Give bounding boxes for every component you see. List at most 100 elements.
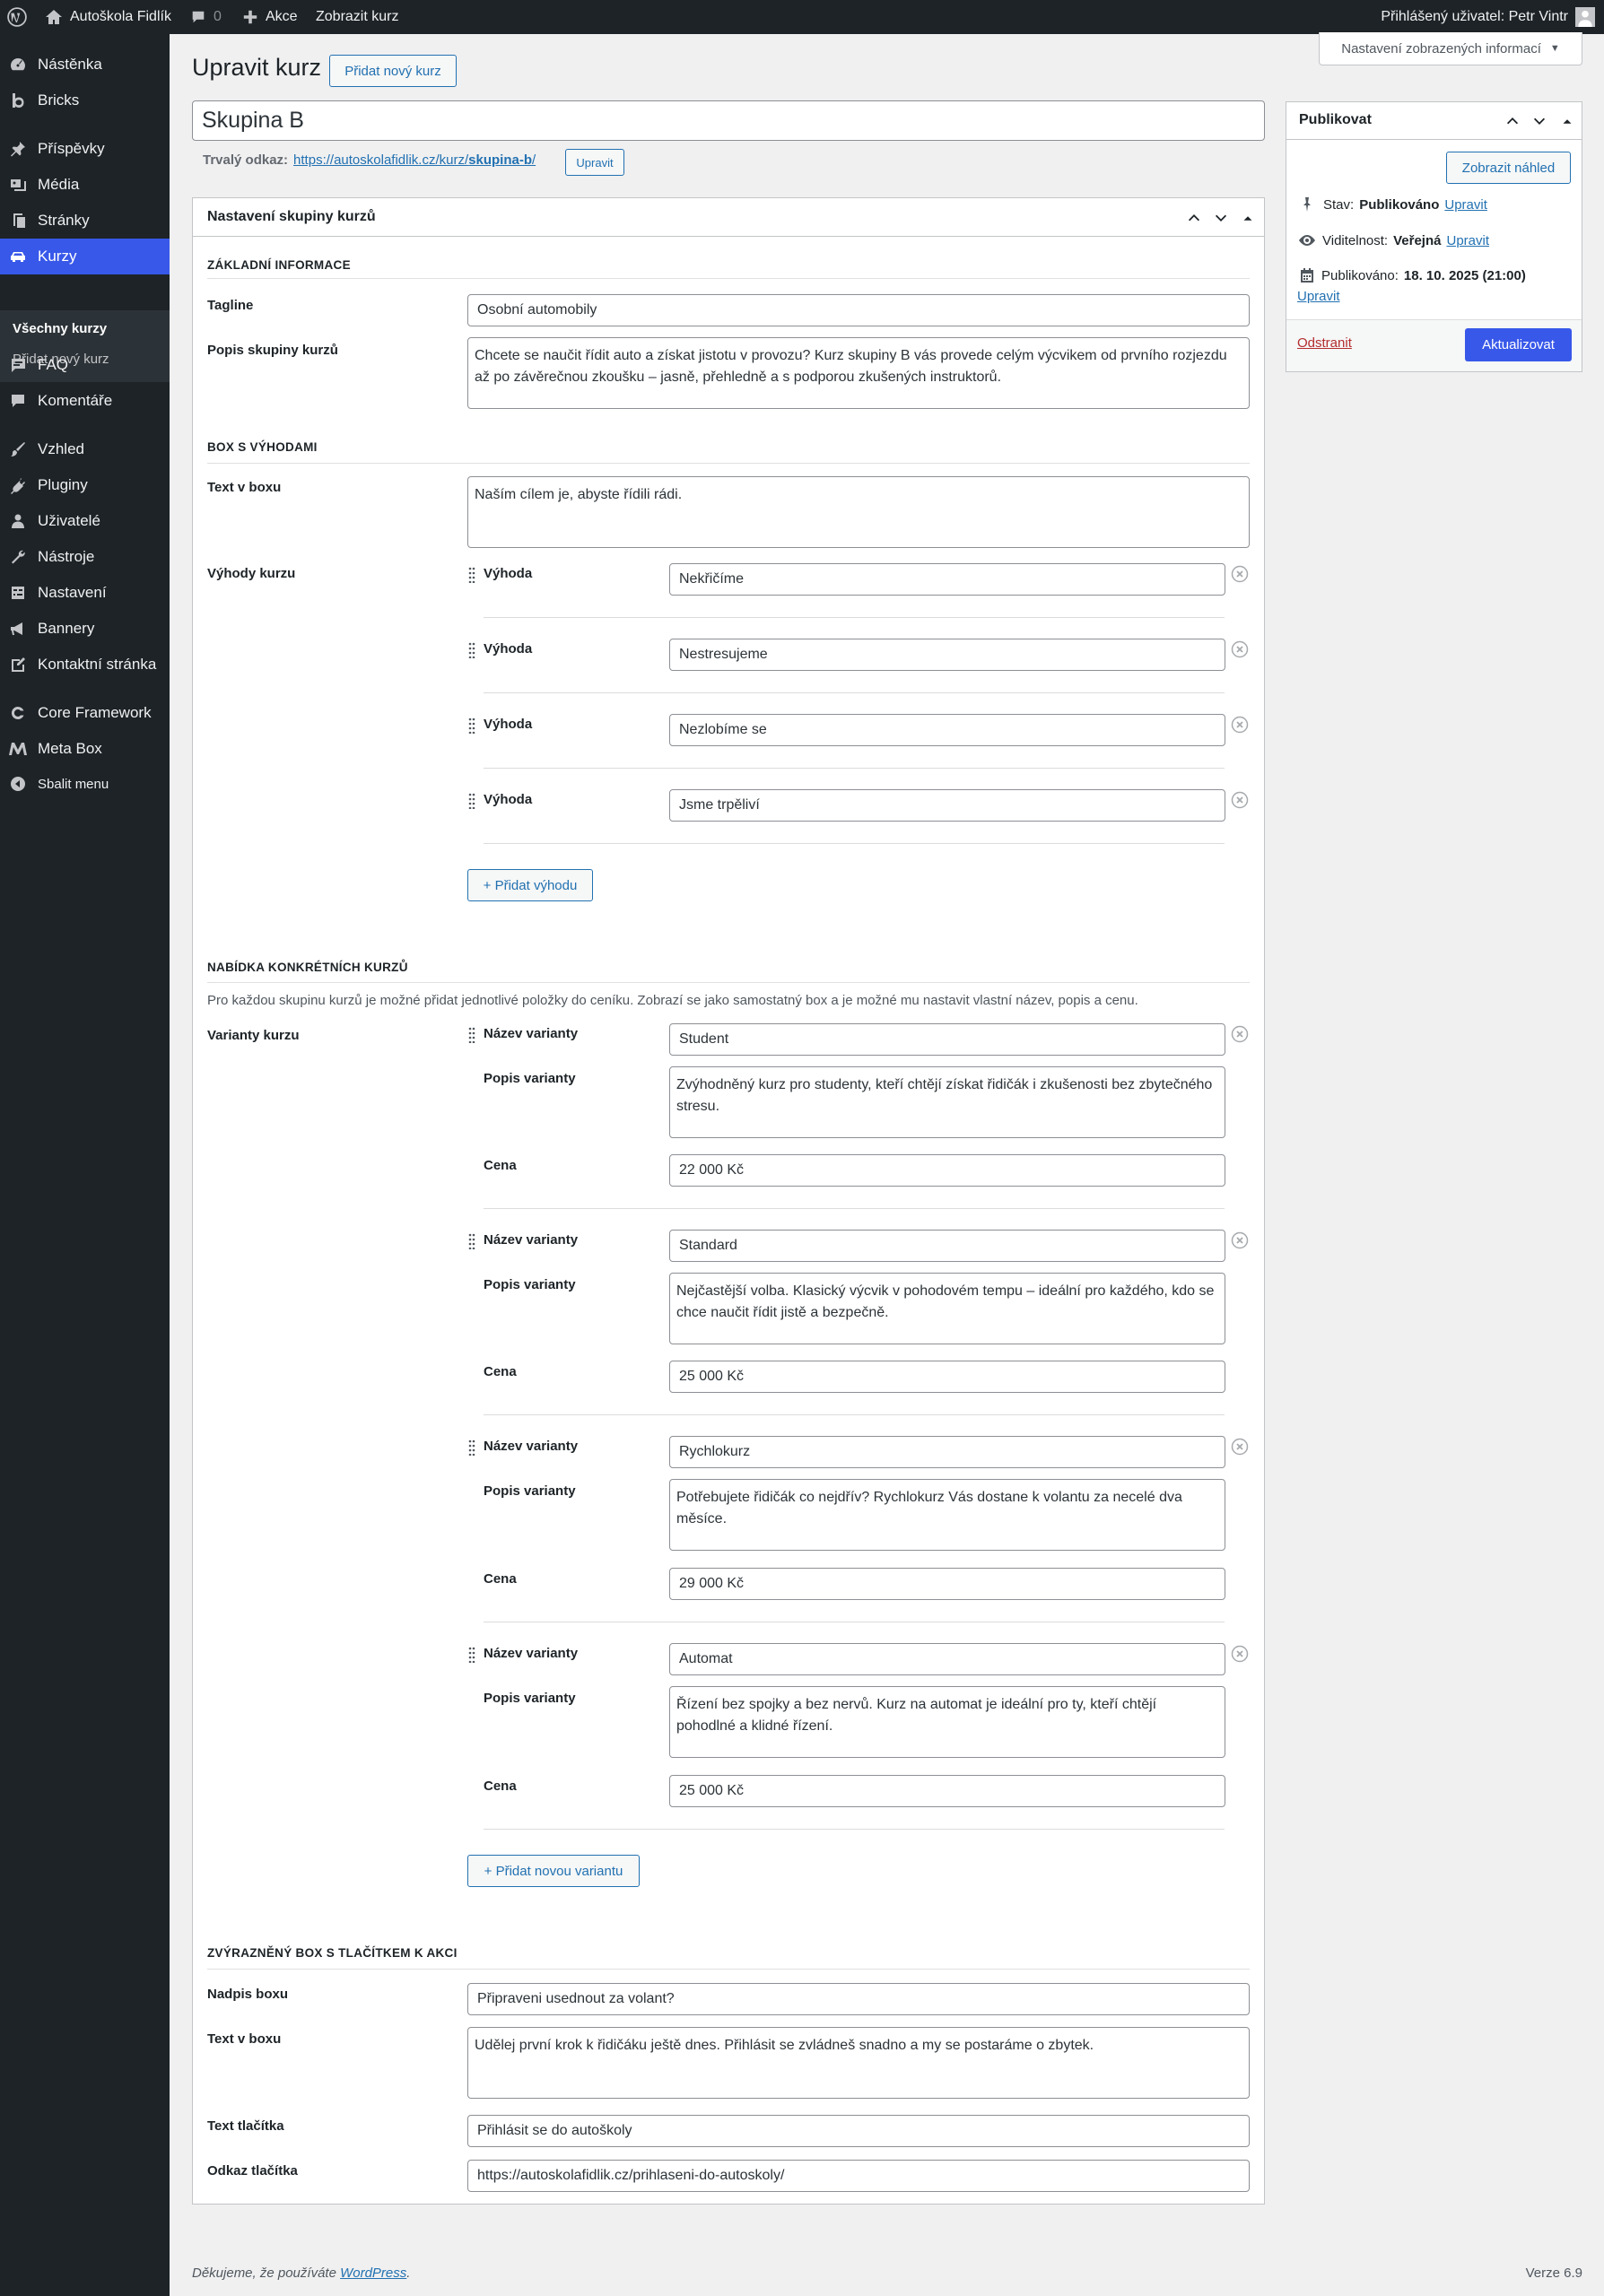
drag-handle-icon[interactable] [468,793,475,809]
wordpress-logo-icon[interactable] [7,0,27,34]
remove-item-icon[interactable] [1231,640,1249,658]
preview-button[interactable]: Zobrazit náhled [1446,152,1571,184]
variant-name-input[interactable]: Student [669,1023,1225,1056]
menu-plugins[interactable]: Pluginy [0,467,170,503]
cta-button-link-input[interactable]: https://autoskolafidlik.cz/prihlaseni-do… [467,2160,1250,2192]
site-name-link[interactable]: Autoškola Fidlík [45,0,171,34]
add-new-course-button[interactable]: Přidat nový kurz [329,55,457,87]
benefit-input[interactable]: Nestresujeme [669,639,1225,671]
add-benefit-button[interactable]: + Přidat výhodu [467,869,593,901]
remove-item-icon[interactable] [1231,1645,1249,1663]
menu-posts[interactable]: Příspěvky [0,131,170,167]
remove-item-icon[interactable] [1231,1231,1249,1249]
cta-button-text-input[interactable]: Přihlásit se do autoškoly [467,2115,1250,2147]
menu-comments[interactable]: Komentáře [0,383,170,419]
cta-title-label: Nadpis boxu [207,1987,289,2002]
submenu-all-courses[interactable]: Všechny kurzy [13,321,107,336]
edit-visibility-link[interactable]: Upravit [1446,233,1489,248]
variant-description-label: Popis varianty [484,1691,576,1706]
new-content-link[interactable]: Akce [242,0,298,34]
menu-pages[interactable]: Stránky [0,203,170,239]
eye-icon [1299,235,1315,246]
menu-settings[interactable]: Nastavení [0,575,170,611]
menu-tools[interactable]: Nástroje [0,539,170,575]
variant-price-input[interactable]: 22 000 Kč [669,1154,1225,1187]
variant-price-input[interactable]: 25 000 Kč [669,1775,1225,1807]
menu-core-framework[interactable]: Core Framework [0,695,170,731]
remove-item-icon[interactable] [1231,791,1249,809]
remove-item-icon[interactable] [1231,1438,1249,1456]
plus-icon [243,10,257,24]
bricks-icon [8,91,28,110]
drag-handle-icon[interactable] [468,642,475,658]
menu-meta-box[interactable]: Meta Box [0,731,170,767]
menu-media[interactable]: Média [0,167,170,203]
drag-handle-icon[interactable] [468,1647,475,1663]
caret-down-icon: ▼ [1549,43,1560,54]
permalink-label: Trvalý odkaz: [203,152,289,168]
drag-handle-icon[interactable] [468,1233,475,1249]
comments-link[interactable]: 0 [190,0,222,34]
variant-description-textarea[interactable]: Potřebujete řidičák co nejdřív? Rychloku… [669,1479,1225,1551]
benefit-input[interactable]: Jsme trpěliví [669,789,1225,822]
edit-date-link[interactable]: Upravit [1297,289,1340,304]
update-button[interactable]: Aktualizovat [1465,328,1572,361]
menu-contact-page[interactable]: Kontaktní stránka [0,647,170,683]
collapse-menu-button[interactable]: Sbalit menu [0,766,170,802]
menu-banners[interactable]: Bannery [0,611,170,647]
variant-description-textarea[interactable]: Zvýhodněný kurz pro studenty, kteří chtě… [669,1066,1225,1138]
add-variant-button[interactable]: + Přidat novou variantu [467,1855,640,1887]
move-down-icon[interactable] [1531,113,1547,129]
edit-status-link[interactable]: Upravit [1444,197,1487,213]
screen-options-label: Nastavení zobrazených informací [1341,40,1541,57]
cta-text-textarea[interactable]: Udělej první krok k řidičáku ještě dnes.… [467,2027,1250,2099]
toggle-panel-icon[interactable] [1242,210,1254,226]
variant-name-input[interactable]: Rychlokurz [669,1436,1225,1468]
variant-description-text: Řízení bez spojky a bez nervů. Kurz na a… [676,1697,1157,1734]
variant-price-input[interactable]: 25 000 Kč [669,1361,1225,1393]
edit-permalink-button[interactable]: Upravit [565,149,624,176]
cta-title-input[interactable]: Připraveni usednout za volant? [467,1983,1250,2015]
user-account-menu[interactable]: Přihlášený uživatel: Petr Vintr [1381,0,1595,34]
toggle-panel-icon[interactable] [1561,113,1573,129]
tagline-input[interactable]: Osobní automobily [467,294,1250,326]
remove-item-icon[interactable] [1231,716,1249,734]
group-description-label: Popis skupiny kurzů [207,343,338,358]
variant-name-input[interactable]: Automat [669,1643,1225,1675]
benefit-input[interactable]: Nekřičíme [669,563,1225,596]
screen-options-button[interactable]: Nastavení zobrazených informací ▼ [1319,32,1582,65]
menu-users[interactable]: Uživatelé [0,503,170,539]
move-down-icon[interactable] [1213,210,1229,226]
drag-handle-icon[interactable] [468,567,475,583]
move-up-icon[interactable] [1504,113,1521,129]
variant-description-textarea[interactable]: Řízení bez spojky a bez nervů. Kurz na a… [669,1686,1225,1758]
trash-link[interactable]: Odstranit [1297,335,1352,351]
remove-item-icon[interactable] [1231,565,1249,583]
page-title: Upravit kurz [192,54,322,81]
core-framework-icon [8,703,28,723]
menu-label: Kontaktní stránka [38,656,157,673]
menu-faq[interactable]: FAQ [0,347,170,383]
view-course-link[interactable]: Zobrazit kurz [316,0,398,34]
drag-handle-icon[interactable] [468,1027,475,1043]
variant-price-input[interactable]: 29 000 Kč [669,1568,1225,1600]
drag-handle-icon[interactable] [468,1439,475,1456]
divider [484,843,1225,844]
menu-dashboard[interactable]: Nástěnka [0,47,170,83]
benefit-input[interactable]: Nezlobíme se [669,714,1225,746]
variant-description-textarea[interactable]: Nejčastější volba. Klasický výcvik v poh… [669,1273,1225,1344]
wordpress-link[interactable]: WordPress [340,2266,406,2281]
remove-item-icon[interactable] [1231,1025,1249,1043]
menu-appearance[interactable]: Vzhled [0,431,170,467]
variant-price-label: Cena [484,1364,517,1379]
post-title-input[interactable]: Skupina B [192,100,1265,141]
menu-bricks[interactable]: Bricks [0,83,170,118]
group-description-textarea[interactable]: Chcete se naučit řídit auto a získat jis… [467,337,1250,409]
drag-handle-icon[interactable] [468,718,475,734]
variant-name-input[interactable]: Standard [669,1230,1225,1262]
permalink-link[interactable]: https://autoskolafidlik.cz/kurz/skupina-… [293,152,536,168]
move-up-icon[interactable] [1186,210,1202,226]
menu-courses[interactable]: Kurzy [0,239,170,274]
benefits-text-textarea[interactable]: Naším cílem je, abyste řídili rádi. [467,476,1250,548]
brush-icon [8,439,28,459]
